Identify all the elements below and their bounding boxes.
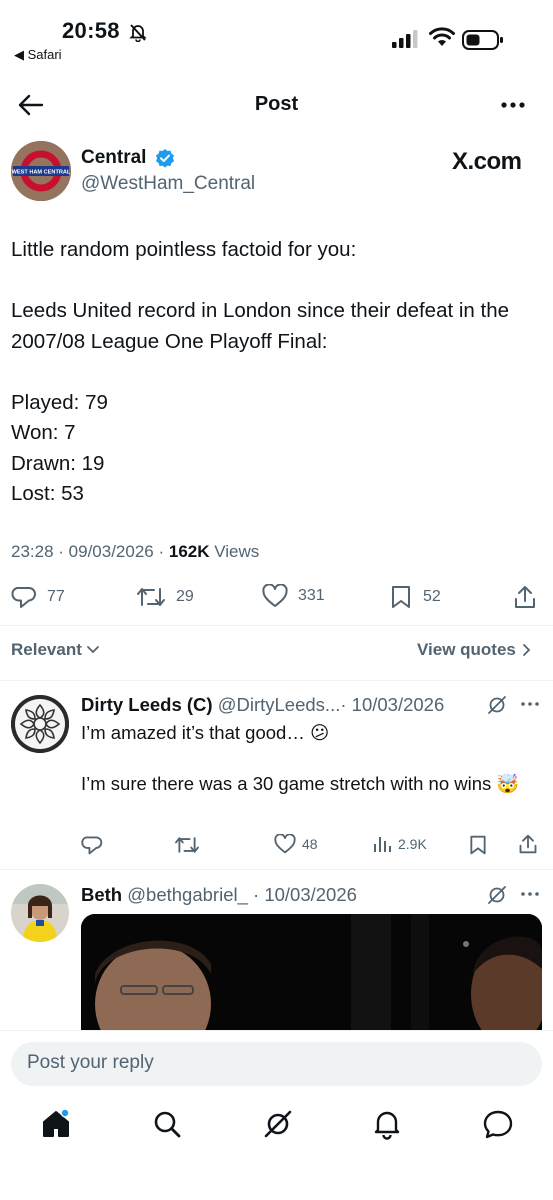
share-icon [515,586,535,608]
grok-icon [264,1110,292,1138]
messages-tab[interactable] [482,1108,514,1140]
reply-author-name[interactable]: Beth [81,884,122,905]
bell-muted-icon [128,22,148,42]
like-count: 331 [298,587,325,604]
bookmark-button[interactable]: 52 [389,584,441,610]
home-icon [43,1108,70,1137]
reply-count: 77 [47,588,65,605]
reply-like-button[interactable]: 48 [274,834,318,854]
like-button[interactable]: 331 [262,584,325,608]
repost-button[interactable]: 29 [136,584,194,610]
grok-icon[interactable] [486,694,508,716]
reply-icon [81,836,103,855]
sort-label: Relevant [11,640,82,659]
reply-author-name[interactable]: Dirty Leeds (C) [81,694,213,715]
search-icon [154,1111,181,1138]
tweet-date: 09/03/2026 [68,542,154,561]
views-chart-icon [374,837,391,852]
reply-date: · 10/03/2026 [340,694,445,715]
reply-button[interactable]: 77 [11,584,65,610]
tweet-text: Little random pointless factoid for you:… [11,238,510,505]
divider [0,869,553,870]
author-handle[interactable]: @WestHam_Central [81,173,255,195]
repost-icon [137,588,165,606]
chevron-right-icon [522,644,531,656]
more-options-icon[interactable] [500,95,526,115]
bell-icon [374,1111,400,1140]
reply-avatar[interactable] [11,884,69,942]
repost-icon [175,837,199,853]
tweet-views-label: Views [214,542,260,561]
repost-count: 29 [176,588,194,605]
reply-avatar[interactable] [11,695,69,753]
reply-more-icon[interactable] [520,698,540,710]
reply-header: Dirty Leeds (C) @DirtyLeeds...· 10/03/20… [81,694,444,716]
divider [0,680,553,681]
reply-views-count: 2.9K [398,836,427,852]
view-quotes-label: View quotes [417,640,516,659]
verified-badge-icon [155,148,175,168]
search-tab[interactable] [151,1108,183,1140]
reply-repost-button[interactable] [174,834,200,856]
author-avatar[interactable]: WEST HAM CENTRAL [11,141,71,201]
avatar-logo-text: WEST HAM CENTRAL [12,170,71,176]
divider [0,625,553,626]
tweet-time: 23:28 [11,542,54,561]
cellular-signal-icon [392,30,420,48]
status-time: 20:58 [62,18,120,43]
battery-icon [462,30,504,50]
bookmark-icon [392,586,410,608]
reply-date: · 10/03/2026 [253,884,357,905]
reply-more-icon[interactable] [520,888,540,900]
reply-icon [11,587,37,608]
chevron-down-icon [86,646,99,654]
home-tab[interactable] [40,1108,72,1140]
notifications-tab[interactable] [371,1108,403,1140]
sort-dropdown[interactable]: Relevant [11,640,100,660]
reply-header: Beth @bethgabriel_ · 10/03/2026 [81,884,357,906]
reply-author-handle[interactable]: @DirtyLeeds... [218,694,341,715]
author-name[interactable]: Central [81,147,146,169]
reply-text-line: I’m sure there was a 30 game stretch wit… [81,773,520,794]
grok-tab[interactable] [262,1108,294,1140]
share-icon [519,834,537,854]
reply-input[interactable]: Post your reply [11,1042,542,1086]
heart-icon [262,584,288,607]
reply-bookmark-button[interactable] [468,834,488,856]
back-to-safari-link[interactable]: ◀ Safari [14,47,62,63]
reply-reply-button[interactable] [81,834,103,856]
chat-icon [483,1110,513,1139]
wifi-icon [428,26,456,48]
view-quotes-link[interactable]: View quotes [417,640,532,660]
reply-text-line: I’m amazed it’s that good… 😕 [81,722,330,743]
heart-icon [274,834,296,854]
reply-media-video[interactable] [81,914,542,1034]
share-button[interactable] [513,584,537,610]
source-label: X.com [452,148,522,175]
reply-share-button[interactable] [518,833,538,855]
bookmark-icon [470,835,486,855]
bookmark-count: 52 [423,588,441,605]
reply-like-count: 48 [302,836,318,852]
tweet-meta: 23:28 · 09/03/2026 · 162K Views [11,542,260,561]
page-title: Post [254,93,299,115]
reply-author-handle[interactable]: @bethgabriel_ [127,884,248,905]
grok-icon[interactable] [486,884,508,906]
reply-views-button[interactable]: 2.9K [372,834,427,854]
tweet-views-count: 162K [168,542,210,561]
